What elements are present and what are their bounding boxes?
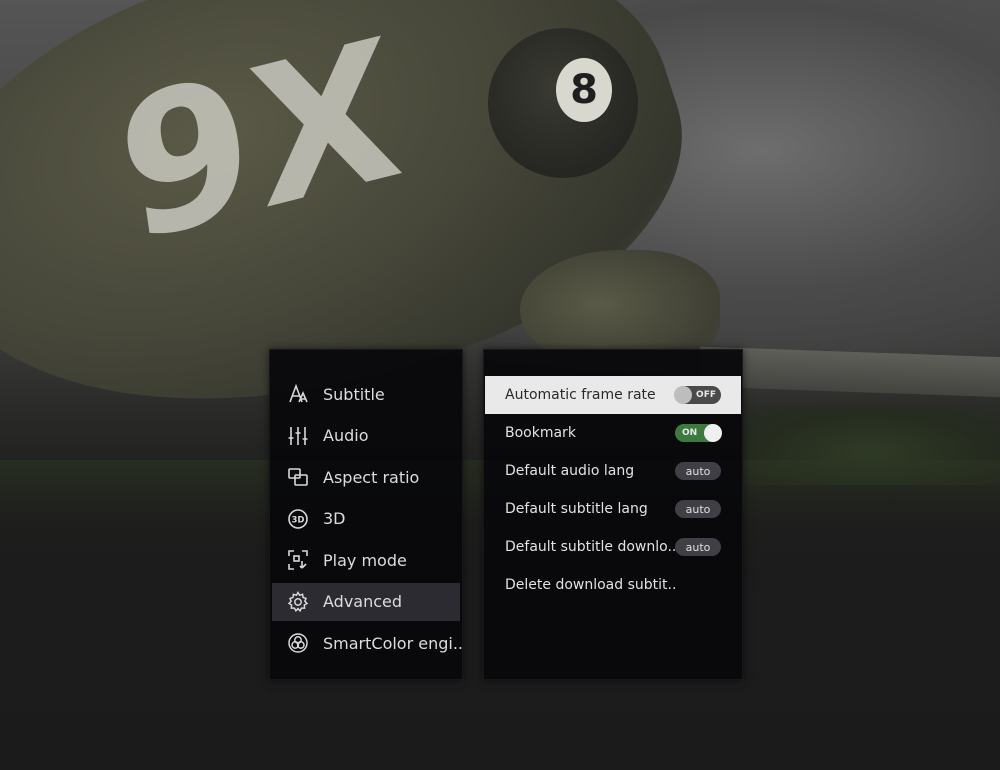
menu-item-label: Play mode [323, 550, 407, 570]
video-player-screen: 9X 8 Subtitle Audio Aspect ratio 3D 3D P… [0, 0, 1000, 770]
menu-item-play-mode[interactable]: Play mode [270, 541, 462, 579]
bookmark-toggle[interactable]: ON [675, 424, 722, 442]
setting-label: Default subtitle lang [505, 501, 648, 517]
setting-default-audio-lang[interactable]: Default audio lang auto [485, 452, 741, 490]
setting-delete-download-subtitles[interactable]: Delete download subtit.. [485, 566, 741, 604]
audio-equalizer-icon [287, 425, 309, 447]
aspect-ratio-icon [287, 466, 309, 488]
setting-bookmark[interactable]: Bookmark ON [485, 414, 741, 452]
default-subtitle-lang-value[interactable]: auto [675, 500, 721, 518]
toggle-state-label: OFF [696, 390, 716, 400]
settings-category-panel: Subtitle Audio Aspect ratio 3D 3D Play m… [269, 349, 463, 680]
aircraft-roundel: 8 [556, 58, 612, 122]
menu-item-audio[interactable]: Audio [270, 417, 462, 455]
setting-label: Automatic frame rate [505, 387, 656, 403]
setting-label: Delete download subtit.. [505, 577, 677, 593]
menu-item-advanced[interactable]: Advanced [272, 582, 460, 621]
setting-automatic-frame-rate[interactable]: Automatic frame rate OFF [485, 376, 741, 414]
default-audio-lang-value[interactable]: auto [675, 462, 721, 480]
menu-item-label: 3D [323, 509, 346, 528]
default-subtitle-download-value[interactable]: auto [675, 538, 721, 556]
smartcolor-icon [287, 632, 309, 654]
menu-item-subtitle[interactable]: Subtitle [270, 375, 462, 413]
menu-item-label: SmartColor engi.. [323, 633, 462, 653]
toggle-knob [674, 386, 692, 404]
advanced-settings-list: Automatic frame rate OFF Bookmark ON Def… [485, 376, 741, 604]
menu-item-label: Advanced [323, 592, 403, 611]
setting-label: Bookmark [505, 425, 576, 441]
toggle-knob [704, 424, 722, 442]
3d-icon: 3D [287, 508, 309, 530]
menu-item-aspect-ratio[interactable]: Aspect ratio [270, 458, 462, 496]
menu-item-label: Aspect ratio [323, 467, 420, 487]
toggle-state-label: ON [682, 428, 698, 438]
menu-item-label: Subtitle [323, 384, 385, 404]
settings-category-list: Subtitle Audio Aspect ratio 3D 3D Play m… [270, 375, 462, 666]
setting-label: Default audio lang [505, 463, 635, 479]
setting-label: Default subtitle downlo.. [505, 539, 675, 555]
play-mode-icon [287, 549, 309, 571]
setting-default-subtitle-lang[interactable]: Default subtitle lang auto [485, 490, 741, 528]
advanced-settings-panel: Automatic frame rate OFF Bookmark ON Def… [483, 349, 743, 680]
subtitle-icon [287, 383, 309, 405]
menu-item-label: Audio [323, 426, 369, 445]
setting-default-subtitle-download[interactable]: Default subtitle downlo.. auto [485, 528, 741, 566]
svg-text:3D: 3D [292, 515, 305, 525]
menu-item-3d[interactable]: 3D 3D [270, 500, 462, 538]
automatic-frame-rate-toggle[interactable]: OFF [674, 386, 721, 404]
menu-item-smartcolor[interactable]: SmartColor engi.. [270, 624, 462, 662]
gear-icon [287, 590, 309, 613]
